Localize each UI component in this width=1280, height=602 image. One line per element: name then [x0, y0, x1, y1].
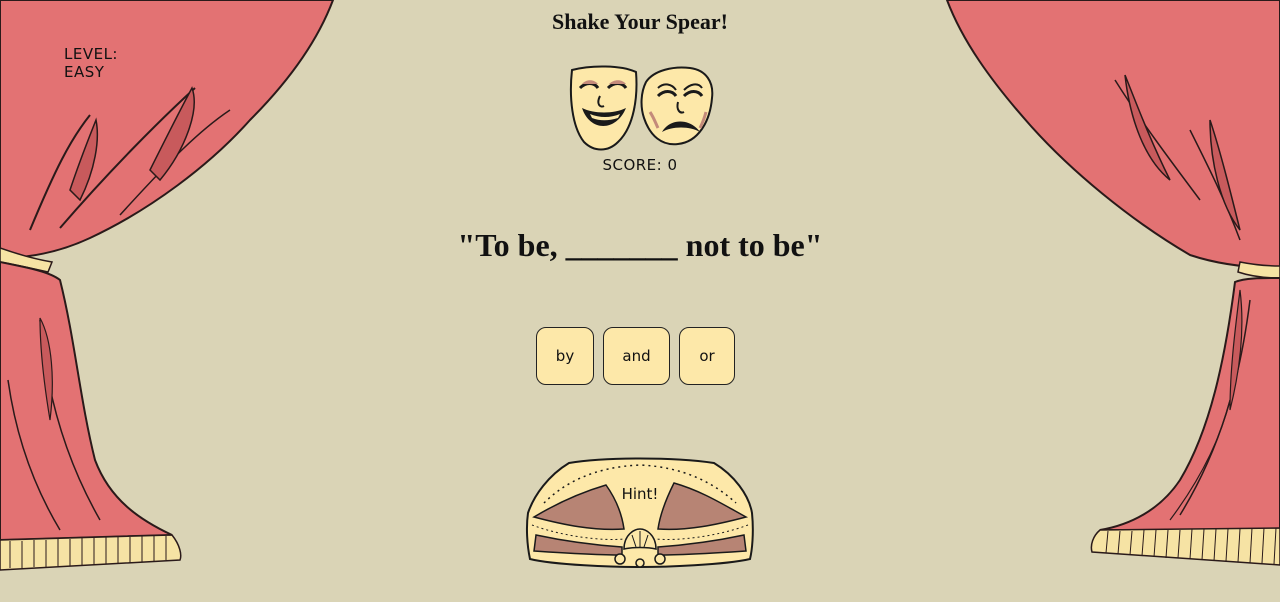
- level-indicator: LEVEL: EASY: [64, 45, 118, 81]
- game-stage: LEVEL: EASY Shake Your Spear! SCORE: 0 "…: [0, 0, 1280, 602]
- choice-button-or[interactable]: or: [679, 327, 735, 385]
- comedy-mask-icon: [569, 65, 638, 151]
- hint-button[interactable]: Hint!: [524, 455, 756, 571]
- theater-masks: [569, 65, 714, 151]
- choice-button-and[interactable]: and: [603, 327, 670, 385]
- tragedy-mask-icon: [640, 66, 714, 146]
- right-curtain: [945, 0, 1280, 566]
- answer-choices: by and or: [536, 327, 735, 385]
- level-value: EASY: [64, 63, 105, 81]
- choice-button-by[interactable]: by: [536, 327, 594, 385]
- hint-cushion-icon: [525, 457, 754, 569]
- score-display: SCORE: 0: [602, 156, 678, 174]
- hint-label: Hint!: [621, 485, 659, 503]
- quote-prompt: "To be, _______ not to be": [457, 227, 823, 263]
- left-curtain: [0, 0, 335, 571]
- game-title: Shake Your Spear!: [551, 9, 729, 34]
- level-label: LEVEL:: [64, 45, 118, 63]
